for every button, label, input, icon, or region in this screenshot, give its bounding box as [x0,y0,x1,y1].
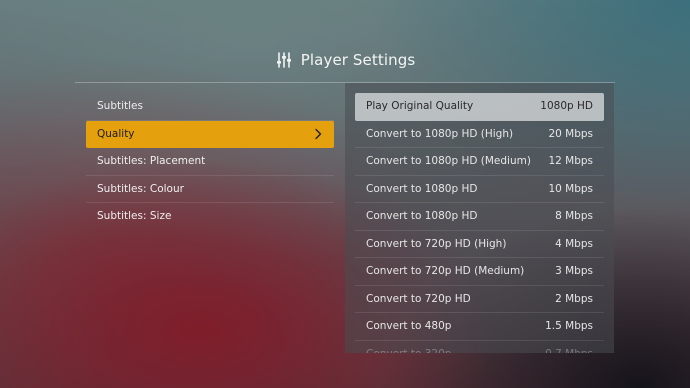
quality-option[interactable]: Convert to 720p HD (High) 4 Mbps [355,231,604,258]
quality-option[interactable]: Convert to 1080p HD 8 Mbps [355,203,604,231]
quality-option[interactable]: Convert to 1080p HD (Medium) 12 Mbps [355,148,604,176]
sliders-icon [275,51,293,69]
quality-option-label: Convert to 1080p HD (High) [366,127,514,140]
menu-item-subtitles-size[interactable]: Subtitles: Size [86,203,334,231]
menu-item-label: Subtitles: Size [97,210,172,222]
quality-option-value: 10 Mbps [548,182,593,195]
quality-option-value: 4 Mbps [555,237,593,250]
quality-option[interactable]: Convert to 1080p HD 10 Mbps [355,176,604,203]
quality-option-label: Convert to 720p HD [366,292,471,305]
quality-option-value: 1.5 Mbps [545,320,593,332]
menu-item-label: Subtitles: Placement [97,155,206,167]
quality-options-panel[interactable]: Play Original Quality 1080p HD Convert t… [345,83,614,353]
quality-option-value: 3 Mbps [555,265,593,277]
quality-option-value: 8 Mbps [555,210,593,222]
quality-option[interactable]: Convert to 720p HD (Medium) 3 Mbps [355,258,604,286]
quality-option-value: 20 Mbps [548,127,593,140]
quality-option-label: Convert to 320p [366,341,451,354]
quality-option-value: 2 Mbps [555,292,593,305]
quality-option-label: Convert to 480p [366,320,452,332]
quality-option-value: 1080p HD [540,100,593,112]
quality-option-label: Convert to 1080p HD (Medium) [366,155,531,167]
quality-option[interactable]: Convert to 480p 1.5 Mbps [355,313,604,341]
menu-item-label: Subtitles [97,100,143,112]
settings-header: Player Settings [0,46,690,74]
chevron-right-icon [314,121,322,148]
menu-item-label: Quality [97,127,135,140]
menu-item-subtitles-colour[interactable]: Subtitles: Colour [86,176,334,203]
settings-menu: Subtitles Quality Subtitles: Placement S… [86,93,334,231]
quality-option-label: Convert to 720p HD (Medium) [366,265,525,277]
quality-option[interactable]: Convert to 1080p HD (High) 20 Mbps [355,121,604,148]
quality-option[interactable]: Convert to 720p HD 2 Mbps [355,286,604,313]
quality-option-label: Play Original Quality [366,100,474,112]
quality-option-label: Convert to 1080p HD [366,210,478,222]
quality-option[interactable]: Convert to 320p 0.7 Mbps [355,341,604,354]
menu-item-label: Subtitles: Colour [97,182,184,195]
quality-option-label: Convert to 1080p HD [366,182,478,195]
menu-item-subtitles-placement[interactable]: Subtitles: Placement [86,148,334,176]
quality-option[interactable]: Play Original Quality 1080p HD [355,93,604,121]
quality-option-value: 0.7 Mbps [545,341,593,354]
menu-item-quality[interactable]: Quality [86,120,334,148]
quality-option-value: 12 Mbps [548,155,593,167]
quality-option-label: Convert to 720p HD (High) [366,237,507,250]
page-title: Player Settings [300,51,416,69]
quality-options-list: Play Original Quality 1080p HD Convert t… [355,93,604,353]
menu-item-subtitles[interactable]: Subtitles [86,93,334,121]
